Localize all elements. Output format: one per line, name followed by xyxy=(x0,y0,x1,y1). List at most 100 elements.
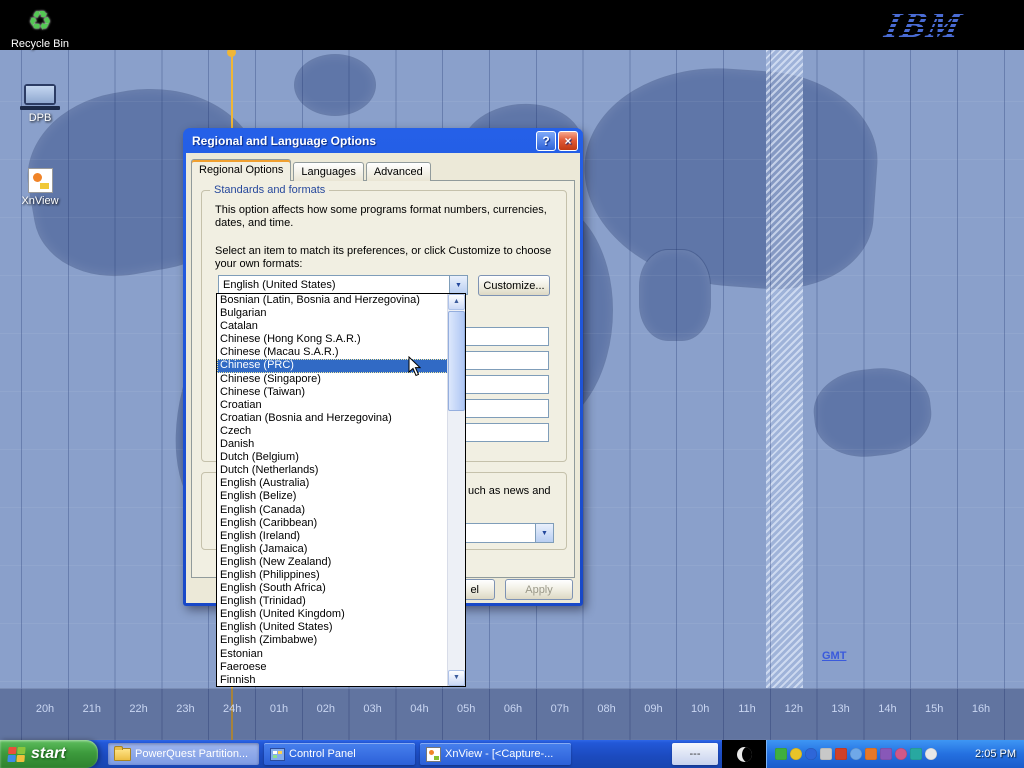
timezone-ruler: 20h21h22h23h24h01h02h03h04h05h06h07h08h0… xyxy=(0,688,1024,740)
timezone-label: 05h xyxy=(457,703,475,715)
timezone-label: 01h xyxy=(270,703,288,715)
list-item[interactable]: English (Belize) xyxy=(217,490,448,503)
timezone-label: 11h xyxy=(738,703,756,715)
customize-button[interactable]: Customize... xyxy=(478,275,550,296)
timezone-label: 06h xyxy=(504,703,522,715)
list-item[interactable]: English (United States) xyxy=(217,621,448,634)
list-item[interactable]: Croatian xyxy=(217,399,448,412)
timezone-label: 24h xyxy=(223,703,241,715)
folder-icon xyxy=(114,748,131,761)
tab-advanced[interactable]: Advanced xyxy=(366,162,431,181)
list-item[interactable]: English (Caribbean) xyxy=(217,517,448,530)
timezone-label: 09h xyxy=(644,703,662,715)
scroll-down-icon[interactable]: ▼ xyxy=(448,670,465,686)
tab-regional-options[interactable]: Regional Options xyxy=(191,159,291,181)
standards-description: This option affects how some programs fo… xyxy=(215,204,549,230)
group-title: Standards and formats xyxy=(210,184,329,196)
tray-icon[interactable] xyxy=(790,748,802,760)
list-item[interactable]: Bosnian (Latin, Bosnia and Herzegovina) xyxy=(217,294,448,307)
list-item[interactable]: Estonian xyxy=(217,648,448,661)
task-button[interactable]: PowerQuest Partition... xyxy=(108,743,259,765)
language-list: Bosnian (Latin, Bosnia and Herzegovina)B… xyxy=(216,293,466,687)
list-item[interactable]: English (New Zealand) xyxy=(217,556,448,569)
toolbar-overflow-button[interactable]: --- xyxy=(672,743,718,765)
list-item[interactable]: English (Ireland) xyxy=(217,530,448,543)
timezone-label: 15h xyxy=(925,703,943,715)
taskbar-clock[interactable]: 2:05 PM xyxy=(969,748,1016,760)
tray-icon[interactable] xyxy=(850,748,862,760)
tray-icons xyxy=(775,748,937,760)
apply-button[interactable]: Apply xyxy=(505,579,573,600)
timezone-label: 03h xyxy=(363,703,381,715)
task-buttons: PowerQuest Partition... Control PanelXnVi… xyxy=(108,743,571,765)
dialog-titlebar[interactable]: Regional and Language Options ? × xyxy=(186,128,580,153)
list-item[interactable]: English (Trinidad) xyxy=(217,595,448,608)
language-list-items: Bosnian (Latin, Bosnia and Herzegovina)B… xyxy=(217,294,448,686)
chevron-down-icon[interactable]: ▼ xyxy=(535,524,553,542)
timezone-label: 07h xyxy=(551,703,569,715)
list-item[interactable]: English (Canada) xyxy=(217,504,448,517)
list-item[interactable]: Chinese (Hong Kong S.A.R.) xyxy=(217,333,448,346)
tray-icon[interactable] xyxy=(910,748,922,760)
tray-icon[interactable] xyxy=(835,748,847,760)
gmt-label: GMT xyxy=(822,650,846,662)
tray-icon[interactable] xyxy=(775,748,787,760)
laptop-icon-base xyxy=(20,106,60,110)
list-item[interactable]: English (Zimbabwe) xyxy=(217,634,448,647)
desktop-icon-label: DPB xyxy=(0,112,80,124)
regional-and-language-options-dialog: Regional and Language Options ? × Region… xyxy=(183,128,583,606)
tray-icon[interactable] xyxy=(820,748,832,760)
tray-icon[interactable] xyxy=(805,748,817,760)
close-icon[interactable]: × xyxy=(558,131,578,151)
desktop-icon-dpb[interactable]: DPB xyxy=(0,84,80,124)
list-item[interactable]: English (Philippines) xyxy=(217,569,448,582)
timezone-label: 10h xyxy=(691,703,709,715)
crescent-logo-button[interactable] xyxy=(722,740,766,768)
xnview-icon xyxy=(426,747,441,762)
recycle-bin-icon: ♻ xyxy=(0,6,80,36)
format-combobox-value: English (United States) xyxy=(219,276,449,294)
help-button[interactable]: ? xyxy=(536,131,556,151)
list-item[interactable]: Faeroese xyxy=(217,661,448,674)
timezone-label: 16h xyxy=(972,703,990,715)
tab-languages[interactable]: Languages xyxy=(293,162,363,181)
mouse-cursor xyxy=(408,356,422,382)
list-item[interactable]: Dutch (Netherlands) xyxy=(217,464,448,477)
list-scrollbar[interactable]: ▲ ▼ xyxy=(447,294,465,686)
list-item[interactable]: Bulgarian xyxy=(217,307,448,320)
list-item[interactable]: English (South Africa) xyxy=(217,582,448,595)
system-tray: 2:05 PM xyxy=(766,740,1024,768)
list-item[interactable]: Danish xyxy=(217,438,448,451)
timezone-label: 02h xyxy=(317,703,335,715)
list-item[interactable]: English (Australia) xyxy=(217,477,448,490)
start-button[interactable]: start xyxy=(0,740,98,768)
desktop-icon-recycle-bin[interactable]: ♻ Recycle Bin xyxy=(0,6,80,50)
task-button[interactable]: Control Panel xyxy=(264,743,415,765)
location-text-fragment: uch as news and xyxy=(468,485,551,497)
list-item[interactable]: English (United Kingdom) xyxy=(217,608,448,621)
list-item[interactable]: Czech xyxy=(217,425,448,438)
list-item[interactable]: Dutch (Belgium) xyxy=(217,451,448,464)
tray-icon[interactable] xyxy=(925,748,937,760)
tray-icon[interactable] xyxy=(895,748,907,760)
control-panel-icon xyxy=(270,748,285,761)
desktop-icon-label: XnView xyxy=(0,195,80,207)
list-item[interactable]: Chinese (Taiwan) xyxy=(217,386,448,399)
list-item[interactable]: Croatian (Bosnia and Herzegovina) xyxy=(217,412,448,425)
list-item[interactable]: Catalan xyxy=(217,320,448,333)
desktop-icon-xnview[interactable]: XnView xyxy=(0,168,80,207)
scrollbar-thumb[interactable] xyxy=(448,311,465,411)
format-combobox[interactable]: English (United States) ▼ xyxy=(218,275,468,295)
list-item[interactable]: English (Jamaica) xyxy=(217,543,448,556)
task-label: PowerQuest Partition... xyxy=(135,748,248,760)
list-item[interactable]: Finnish xyxy=(217,674,448,686)
chevron-down-icon[interactable]: ▼ xyxy=(449,276,467,294)
windows-flag-icon xyxy=(7,747,25,762)
timezone-label: 23h xyxy=(176,703,194,715)
task-button[interactable]: XnView - [<Capture-... xyxy=(420,743,571,765)
tray-icon[interactable] xyxy=(880,748,892,760)
tray-icon[interactable] xyxy=(865,748,877,760)
scroll-up-icon[interactable]: ▲ xyxy=(448,294,465,310)
tab-strip: Regional OptionsLanguagesAdvanced xyxy=(191,157,433,180)
timezone-label: 20h xyxy=(36,703,54,715)
